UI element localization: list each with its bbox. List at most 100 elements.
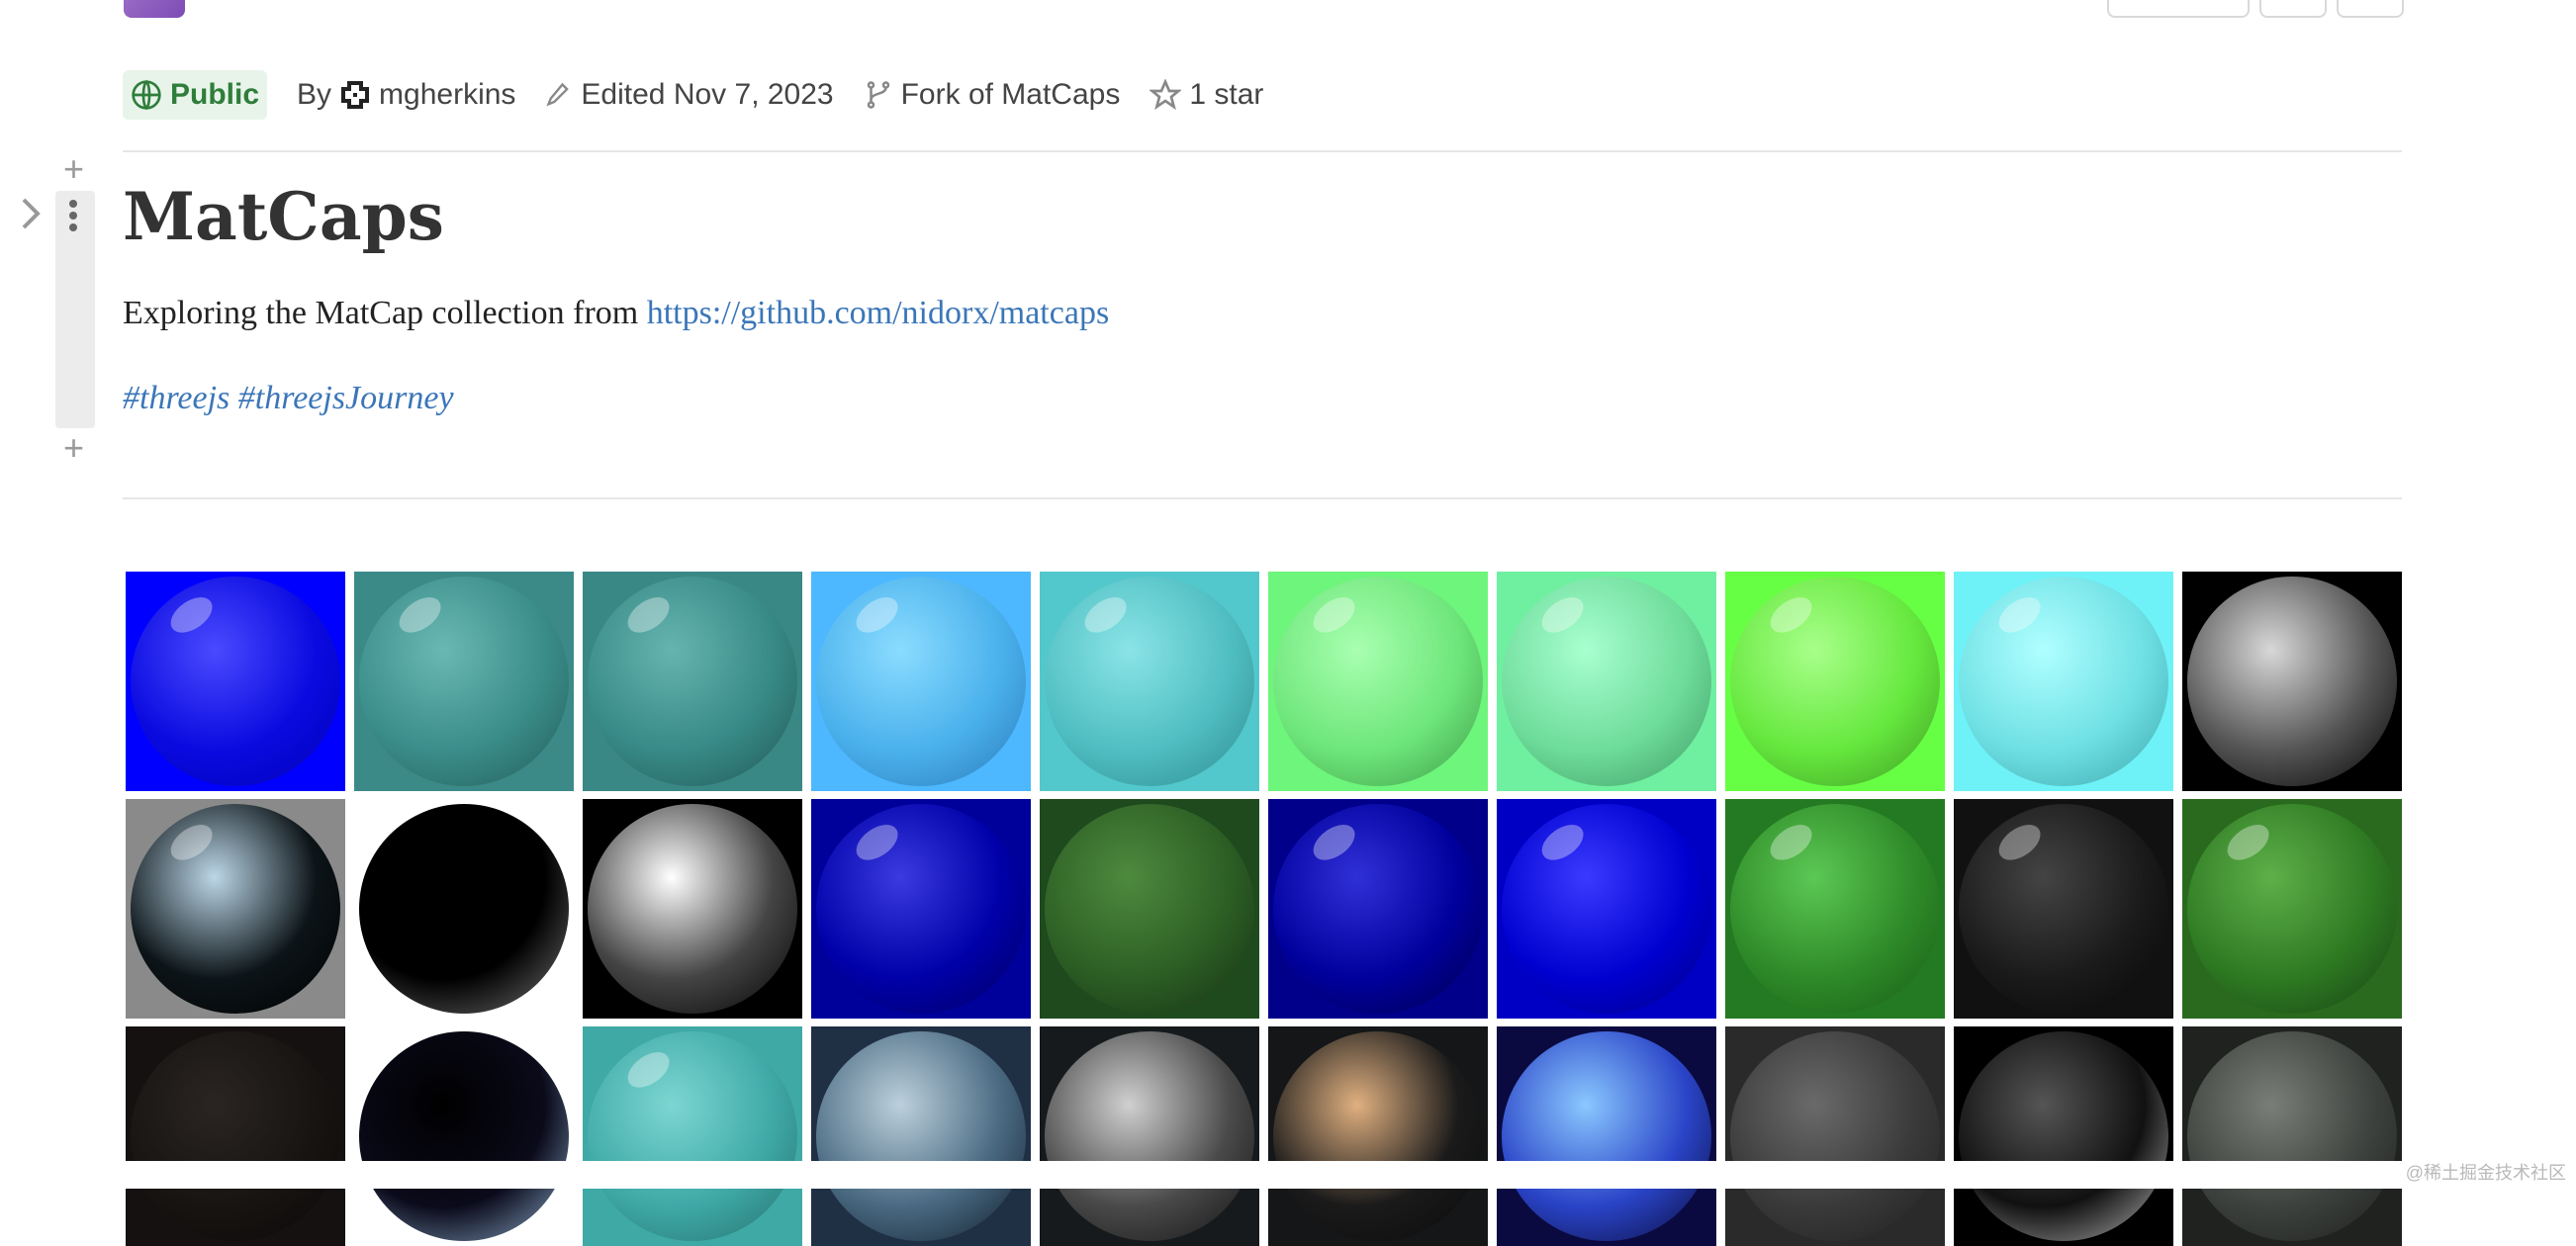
star-count: 1 star	[1189, 78, 1264, 111]
matcap-tile[interactable]	[1954, 799, 2173, 1019]
matcap-sphere	[2187, 804, 2397, 1014]
matcap-highlight	[1078, 590, 1133, 640]
matcap-tile[interactable]	[811, 1026, 1031, 1246]
matcap-sphere	[816, 577, 1026, 786]
matcap-sphere	[816, 1031, 1026, 1241]
matcap-highlight	[1992, 818, 2047, 867]
matcap-sphere	[1045, 804, 1254, 1014]
matcap-tile[interactable]	[811, 799, 1031, 1019]
matcap-highlight	[2221, 818, 2275, 867]
matcap-sphere	[816, 804, 1026, 1014]
matcap-tile[interactable]	[354, 572, 574, 791]
matcap-sphere	[588, 577, 797, 786]
matcap-tile[interactable]	[1725, 1026, 1945, 1246]
matcap-tile[interactable]	[1954, 572, 2173, 791]
matcap-highlight	[164, 590, 219, 640]
matcap-tile[interactable]	[583, 1026, 802, 1246]
matcap-sphere	[1730, 577, 1940, 786]
matcap-tile[interactable]	[354, 1026, 574, 1246]
fork-info: Fork of MatCaps	[864, 78, 1121, 112]
author-link[interactable]: mgherkins	[379, 78, 515, 112]
matcap-tile[interactable]	[1268, 572, 1488, 791]
notebook-tags: #threejs #threejsJourney	[123, 380, 454, 417]
matcap-sphere	[1502, 577, 1711, 786]
watermark: @稀土掘金技术社区	[2405, 1163, 2566, 1183]
edited-date[interactable]: Edited Nov 7, 2023	[581, 78, 833, 112]
matcap-tile[interactable]	[1497, 1026, 1716, 1246]
matcap-sphere	[1273, 1031, 1483, 1241]
matcap-grid	[126, 572, 2402, 1246]
matcap-sphere	[359, 577, 569, 786]
matcap-highlight	[393, 590, 447, 640]
star-info[interactable]: 1 star	[1150, 78, 1263, 112]
matcap-highlight	[1535, 590, 1590, 640]
toolbar-button[interactable]	[2337, 0, 2404, 18]
viewport-edge	[0, 1161, 2576, 1189]
matcap-highlight	[850, 590, 904, 640]
visibility-badge[interactable]: Public	[123, 70, 268, 120]
matcap-highlight	[1764, 590, 1818, 640]
notebook-owner-avatar[interactable]	[124, 0, 185, 18]
header-divider	[123, 150, 2402, 152]
tag-link[interactable]: #threejs	[123, 380, 230, 416]
matcap-sphere	[131, 577, 340, 786]
fork-icon	[867, 81, 889, 109]
matcap-highlight	[164, 818, 219, 867]
matcap-tile[interactable]	[1040, 1026, 1259, 1246]
matcap-sphere	[1959, 577, 2168, 786]
add-cell-below-icon[interactable]: +	[63, 427, 84, 469]
fork-link[interactable]: Fork of MatCaps	[901, 78, 1121, 112]
matcap-sphere	[588, 1031, 797, 1241]
add-cell-above-icon[interactable]: +	[63, 148, 84, 190]
matcap-highlight	[1535, 818, 1590, 867]
matcap-sphere	[1273, 577, 1483, 786]
matcap-highlight	[1307, 818, 1361, 867]
matcap-highlight	[1764, 818, 1818, 867]
matcap-sphere	[588, 804, 797, 1014]
matcap-tile[interactable]	[583, 572, 802, 791]
matcap-tile[interactable]	[583, 799, 802, 1019]
matcap-sphere	[1730, 1031, 1940, 1241]
matcap-tile[interactable]	[126, 799, 345, 1019]
matcap-tile[interactable]	[2182, 799, 2402, 1019]
star-icon[interactable]	[1150, 79, 1182, 111]
author-info: By mgherkins	[297, 78, 515, 112]
description-text: Exploring the MatCap collection from	[123, 295, 647, 331]
matcap-highlight	[621, 1045, 676, 1095]
matcap-tile[interactable]	[1497, 572, 1716, 791]
matcap-tile[interactable]	[1497, 799, 1716, 1019]
chevron-right-icon[interactable]	[20, 196, 44, 231]
matcap-tile[interactable]	[1040, 572, 1259, 791]
matcap-tile[interactable]	[126, 572, 345, 791]
matcap-highlight	[1992, 590, 2047, 640]
matcap-tile[interactable]	[126, 1026, 345, 1246]
matcap-highlight	[621, 590, 676, 640]
matcap-tile[interactable]	[2182, 572, 2402, 791]
notebook-title: MatCaps	[123, 178, 444, 255]
matcap-sphere	[1959, 1031, 2168, 1241]
toolbar-button[interactable]	[2259, 0, 2327, 18]
cell-menu-icon[interactable]	[67, 198, 79, 233]
matcap-tile[interactable]	[1268, 1026, 1488, 1246]
matcap-tile[interactable]	[2182, 1026, 2402, 1246]
matcap-sphere	[1730, 804, 1940, 1014]
toolbar-button[interactable]	[2107, 0, 2250, 18]
matcap-sphere	[131, 1031, 340, 1241]
edited-info: Edited Nov 7, 2023	[545, 78, 834, 112]
matcaps-repo-link[interactable]: https://github.com/nidorx/matcaps	[647, 295, 1109, 331]
matcap-tile[interactable]	[354, 799, 574, 1019]
tag-link[interactable]: #threejsJourney	[238, 380, 454, 416]
pencil-icon	[546, 82, 570, 107]
matcap-tile[interactable]	[811, 572, 1031, 791]
matcap-sphere	[2187, 577, 2397, 786]
matcap-tile[interactable]	[1040, 799, 1259, 1019]
matcap-sphere	[1273, 804, 1483, 1014]
matcap-tile[interactable]	[1954, 1026, 2173, 1246]
matcap-tile[interactable]	[1725, 572, 1945, 791]
matcap-sphere	[1045, 1031, 1254, 1241]
matcap-highlight	[1307, 590, 1361, 640]
matcap-tile[interactable]	[1725, 799, 1945, 1019]
matcap-tile[interactable]	[1268, 799, 1488, 1019]
author-prefix: By	[297, 78, 332, 111]
matcap-sphere	[131, 804, 340, 1014]
